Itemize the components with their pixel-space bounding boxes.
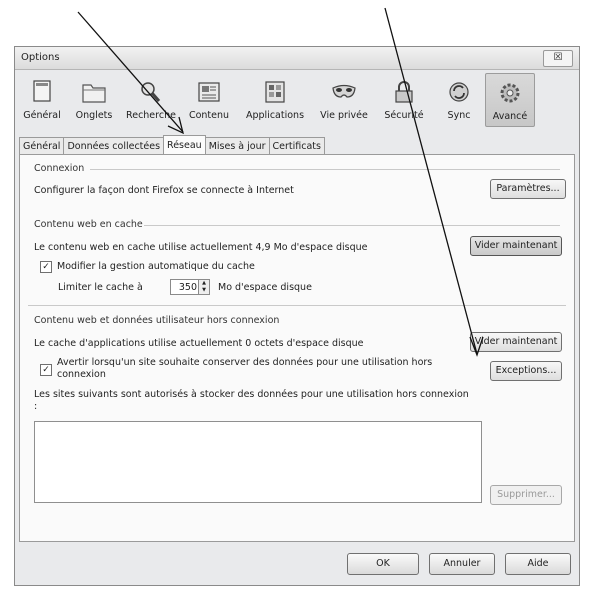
general-window-icon: [33, 80, 51, 102]
offline-group-title: Contenu web et données utilisateur hors …: [34, 315, 280, 326]
cache-limit-label: Limiter le cache à: [58, 282, 143, 293]
clear-cache-button[interactable]: Vider maintenant: [470, 236, 562, 256]
toolbar-item-search[interactable]: Recherche: [121, 73, 181, 127]
magnifier-icon: [141, 82, 161, 102]
toolbar-label: Sécurité: [384, 110, 424, 121]
toolbar-item-privacy[interactable]: Vie privée: [313, 73, 375, 127]
toolbar-label: Recherche: [126, 110, 176, 121]
padlock-icon: [395, 81, 413, 103]
cache-limit-unit: Mo d'espace disque: [218, 282, 312, 293]
mask-icon: [332, 84, 356, 98]
close-button[interactable]: ☒: [543, 50, 573, 67]
tab-general[interactable]: Général: [19, 137, 65, 154]
toolbar-item-tabs[interactable]: Onglets: [67, 73, 121, 127]
offline-usage-text: Le cache d'applications utilise actuelle…: [34, 338, 364, 349]
network-panel: Connexion Configurer la façon dont Firef…: [19, 154, 575, 542]
content-page-icon: [198, 82, 220, 102]
spin-arrows-icon[interactable]: ▲ ▼: [198, 280, 209, 294]
cache-limit-input[interactable]: 350 ▲ ▼: [170, 279, 210, 295]
options-dialog: Options ☒ Général Onglets Recherche Cont…: [14, 46, 580, 586]
offline-sites-list[interactable]: [34, 421, 482, 503]
dialog-title: Options: [21, 52, 60, 63]
gear-icon: [500, 83, 520, 103]
toolbar-label: Applications: [245, 110, 305, 121]
title-bar: Options ☒: [15, 47, 579, 70]
ok-button[interactable]: OK: [347, 553, 419, 575]
connection-settings-button[interactable]: Paramètres...: [490, 179, 566, 199]
toolbar-label: Vie privée: [320, 110, 368, 121]
divider: [28, 305, 566, 306]
cache-usage-text: Le contenu web en cache utilise actuelle…: [34, 242, 368, 253]
toolbar-label: Avancé: [492, 111, 528, 122]
toolbar-item-general[interactable]: Général: [17, 73, 67, 127]
offline-exceptions-button[interactable]: Exceptions...: [490, 361, 562, 381]
connection-description: Configurer la façon dont Firefox se conn…: [34, 185, 294, 196]
offline-sites-label: Les sites suivants sont autorisés à stoc…: [34, 389, 469, 412]
notify-offline-label: Avertir lorsqu'un site souhaite conserve…: [57, 357, 433, 380]
tab-certificates[interactable]: Certificats: [268, 137, 325, 154]
toolbar-label: Contenu: [188, 110, 230, 121]
toolbar-label: Sync: [447, 110, 471, 121]
toolbar-item-applications[interactable]: Applications: [237, 73, 313, 127]
toolbar-label: Général: [23, 110, 61, 121]
override-cache-label: Modifier la gestion automatique du cache: [57, 261, 255, 272]
remove-site-button[interactable]: Supprimer...: [490, 485, 562, 505]
toolbar-item-advanced[interactable]: Avancé: [485, 73, 535, 127]
applications-icon: [265, 81, 285, 103]
cache-limit-value: 350: [178, 282, 197, 293]
toolbar-item-sync[interactable]: Sync: [433, 73, 485, 127]
tabs-folder-icon: [82, 84, 106, 103]
divider: [90, 169, 560, 170]
cache-group-title: Contenu web en cache: [34, 219, 143, 230]
notify-offline-checkbox[interactable]: ✓: [40, 364, 52, 376]
divider: [144, 225, 560, 226]
sync-icon: [449, 82, 469, 102]
advanced-tabs: Général Données collectées Réseau Mises …: [19, 135, 325, 155]
tab-network[interactable]: Réseau: [163, 135, 206, 154]
override-cache-checkbox[interactable]: ✓: [40, 261, 52, 273]
cancel-button[interactable]: Annuler: [429, 553, 495, 575]
preferences-toolbar: Général Onglets Recherche Contenu Applic…: [17, 73, 577, 127]
clear-offline-button[interactable]: Vider maintenant: [470, 332, 562, 352]
help-button[interactable]: Aide: [505, 553, 571, 575]
toolbar-item-security[interactable]: Sécurité: [375, 73, 433, 127]
tab-data-choices[interactable]: Données collectées: [63, 137, 165, 154]
toolbar-label: Onglets: [75, 110, 113, 121]
tab-updates[interactable]: Mises à jour: [204, 137, 270, 154]
connection-group-title: Connexion: [34, 163, 85, 174]
toolbar-item-content[interactable]: Contenu: [181, 73, 237, 127]
